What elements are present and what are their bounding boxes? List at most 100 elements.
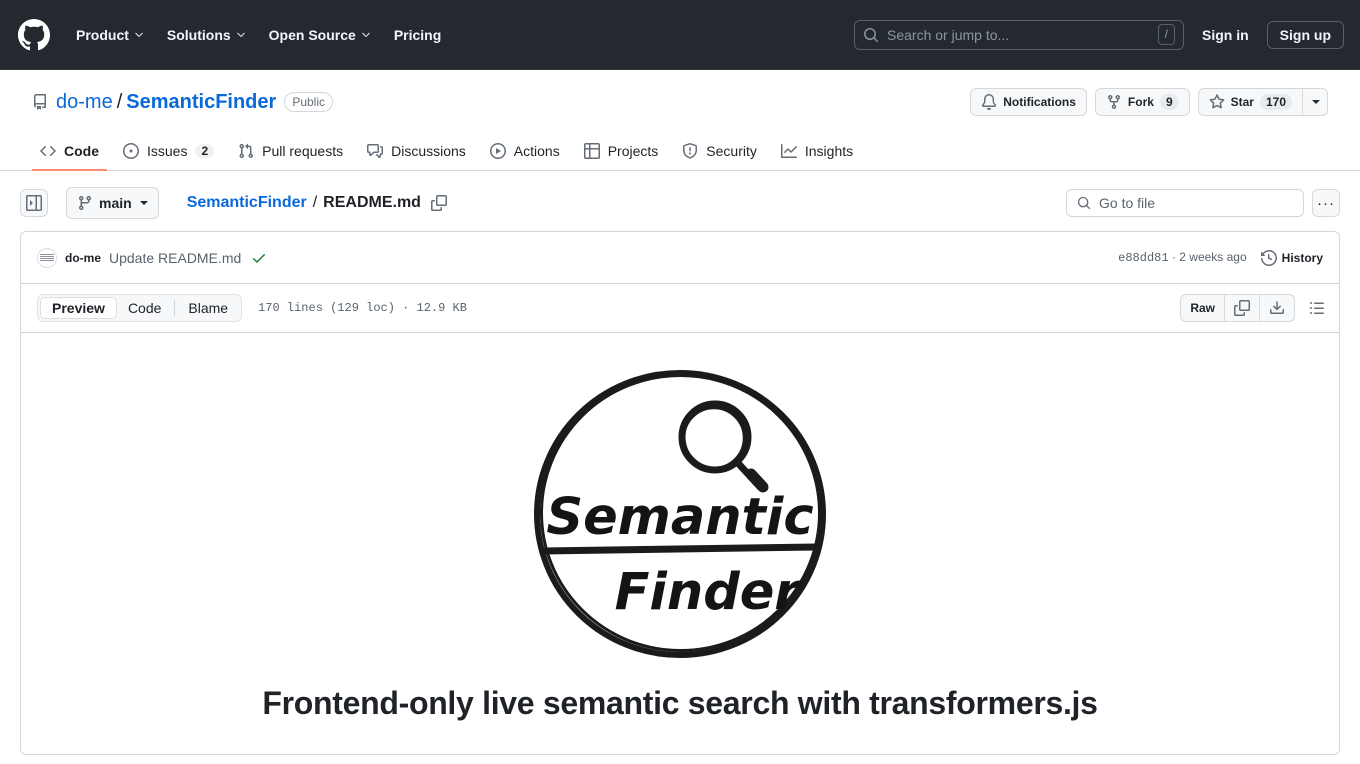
breadcrumb-root-link[interactable]: SemanticFinder [187, 194, 307, 212]
tab-projects[interactable]: Projects [576, 135, 667, 171]
issue-opened-icon [123, 143, 139, 159]
nav-item-solutions[interactable]: Solutions [157, 19, 257, 51]
history-icon [1260, 249, 1277, 266]
file-content-box: do-me Update README.md e88dd81 · 2 weeks… [20, 231, 1340, 755]
global-search-input[interactable]: Search or jump to... / [854, 19, 1184, 50]
notifications-button[interactable]: Notifications [970, 88, 1087, 116]
segment-divider [174, 300, 176, 316]
download-icon [1270, 301, 1284, 314]
tab-label: Issues [147, 143, 188, 159]
repo-visibility-badge: Public [284, 92, 333, 112]
chevron-down-icon [236, 32, 245, 37]
tab-issues[interactable]: Issues 2 [115, 135, 222, 171]
file-navigation-right: Go to file ··· [1066, 189, 1340, 217]
star-button-group: Star 170 [1197, 88, 1328, 116]
readme-logo-container: Semantic Finder [53, 365, 1307, 685]
repository-tabs: Code Issues 2 Pull requests Discussions … [0, 118, 1360, 171]
table-icon [583, 143, 600, 159]
comment-discussion-icon [367, 144, 384, 158]
branch-name: main [99, 195, 132, 211]
branch-selector-button[interactable]: main [66, 187, 159, 219]
star-label: Star [1230, 95, 1254, 109]
commit-author-link[interactable]: do-me [65, 251, 101, 265]
nav-item-pricing[interactable]: Pricing [384, 19, 451, 51]
nav-item-label: Open Source [268, 26, 356, 43]
tab-pull-requests[interactable]: Pull requests [230, 135, 351, 171]
tab-discussions[interactable]: Discussions [359, 135, 474, 171]
raw-copy-download-group: Raw [1180, 294, 1295, 322]
tab-label: Code [64, 143, 99, 159]
go-to-file-input[interactable]: Go to file [1066, 189, 1304, 217]
play-icon [489, 143, 506, 159]
history-link[interactable]: History [1260, 249, 1323, 266]
copy-path-button[interactable] [427, 191, 451, 215]
tab-label: Actions [513, 143, 560, 159]
repository-header: do-me / SemanticFinder Public Notificati… [0, 70, 1360, 118]
commit-sha-and-time[interactable]: e88dd81 · 2 weeks ago [1118, 250, 1247, 265]
nav-item-label: Solutions [166, 26, 231, 43]
global-header-right: Search or jump to... / Sign in Sign up [854, 19, 1344, 50]
repo-path-separator: / [116, 90, 123, 113]
nav-item-open-source[interactable]: Open Source [259, 19, 382, 51]
sidebar-expand-icon [26, 195, 42, 211]
copy-raw-button[interactable] [1225, 295, 1260, 321]
tab-code-view[interactable]: Code [117, 297, 172, 319]
code-icon [40, 145, 56, 157]
commit-message-link[interactable]: Update README.md [109, 250, 241, 266]
file-outline-button[interactable] [1303, 294, 1331, 322]
history-label: History [1281, 250, 1323, 265]
semanticfinder-logo: Semantic Finder [534, 370, 826, 658]
nav-item-label: Product [76, 26, 129, 43]
repo-name-link[interactable]: SemanticFinder [126, 91, 276, 114]
raw-label: Raw [1190, 301, 1215, 315]
tab-code[interactable]: Code [32, 135, 107, 171]
search-icon [864, 27, 879, 42]
global-nav: Product Solutions Open Source Pricing [66, 19, 451, 51]
git-branch-icon [78, 196, 91, 211]
copy-icon [1234, 300, 1250, 316]
star-icon [1209, 94, 1225, 109]
repository-title-row: do-me / SemanticFinder Public Notificati… [32, 86, 1328, 118]
triangle-down-icon [139, 201, 148, 205]
tab-label: Security [706, 143, 757, 159]
fork-count: 9 [1159, 94, 1179, 110]
nav-item-product[interactable]: Product [66, 19, 155, 51]
logo-text-finder: Finder [615, 563, 803, 622]
tab-security[interactable]: Security [674, 135, 765, 171]
star-dropdown-button[interactable] [1302, 88, 1328, 116]
bell-icon [982, 94, 997, 110]
latest-commit-row: do-me Update README.md e88dd81 · 2 weeks… [21, 232, 1339, 284]
notifications-label: Notifications [1003, 95, 1076, 109]
tab-insights[interactable]: Insights [773, 135, 861, 171]
check-icon[interactable] [251, 250, 267, 266]
logo-text-semantic: Semantic [546, 488, 813, 547]
commit-sha: e88dd81 [1118, 251, 1169, 265]
fork-icon [1107, 95, 1120, 110]
avatar-placeholder-lines [40, 253, 54, 262]
breadcrumb: SemanticFinder / README.md [187, 191, 451, 215]
tab-blame[interactable]: Blame [177, 297, 239, 319]
file-stats: 170 lines (129 loc) · 12.9 KB [258, 301, 467, 315]
repository-actions: Notifications Fork 9 Star 170 [970, 88, 1328, 116]
github-mark-icon[interactable] [18, 18, 50, 51]
star-button[interactable]: Star 170 [1197, 88, 1302, 116]
chevron-down-icon [362, 32, 370, 37]
fork-label: Fork [1127, 95, 1154, 109]
star-count: 170 [1259, 94, 1292, 110]
raw-button[interactable]: Raw [1181, 295, 1225, 321]
fork-button[interactable]: Fork 9 [1094, 88, 1190, 116]
tab-actions[interactable]: Actions [482, 135, 568, 171]
chevron-down-icon [135, 32, 143, 37]
sign-in-button[interactable]: Sign in [1194, 21, 1257, 49]
file-toolbar-actions: Raw [1180, 294, 1331, 322]
download-raw-button[interactable] [1260, 295, 1294, 321]
more-options-button[interactable]: ··· [1312, 189, 1340, 217]
search-shortcut-badge: / [1157, 24, 1175, 45]
breadcrumb-separator: / [312, 194, 318, 211]
shield-icon [683, 143, 698, 159]
repo-owner-link[interactable]: do-me [56, 91, 113, 114]
avatar[interactable] [37, 247, 57, 268]
sign-up-button[interactable]: Sign up [1266, 20, 1344, 49]
tab-preview[interactable]: Preview [40, 297, 117, 319]
sidebar-toggle-button[interactable] [20, 189, 48, 217]
